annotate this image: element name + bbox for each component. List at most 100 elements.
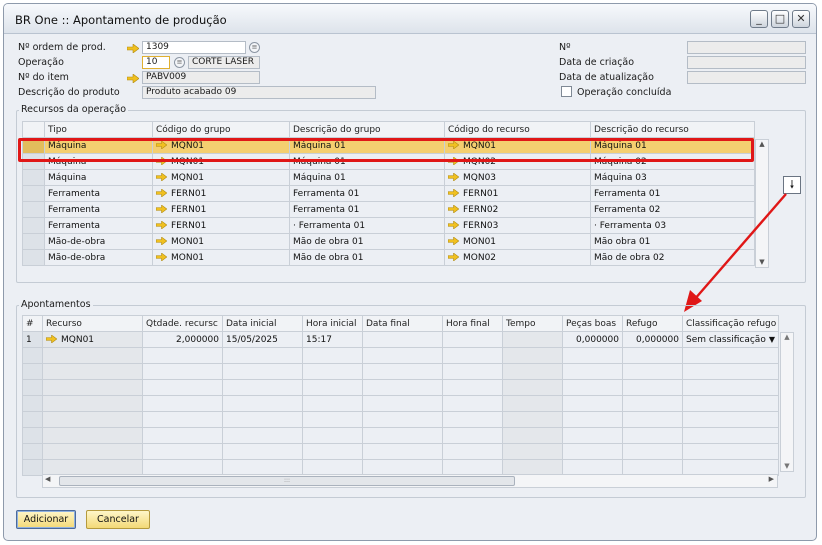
apontamento-cell[interactable]: 15:17: [302, 331, 363, 348]
recursos-row[interactable]: Máquina MQN01 Máquina 01 MQN03 Máquina 03: [22, 169, 755, 186]
apontamento-cell[interactable]: [502, 395, 563, 412]
codigo-recurso-cell[interactable]: MQN03: [444, 169, 591, 186]
apontamento-cell[interactable]: 15/05/2025: [222, 331, 303, 348]
apontamento-cell[interactable]: [442, 379, 503, 396]
apontamento-cell[interactable]: [362, 395, 443, 412]
apontamento-cell[interactable]: MQN01: [42, 331, 143, 348]
row-header[interactable]: [22, 185, 45, 202]
apontamento-row[interactable]: 1 MQN01 2,000000 15/05/2025 15:17 0,000000 0,0…: [22, 331, 779, 348]
column-header[interactable]: Refugo: [622, 315, 683, 332]
link-arrow-icon[interactable]: [448, 172, 459, 181]
apontamento-cell[interactable]: [42, 363, 143, 380]
apontamento-cell[interactable]: [502, 427, 563, 444]
apontamento-cell[interactable]: [562, 443, 623, 460]
link-arrow-icon[interactable]: [156, 236, 167, 245]
descricao-grupo-cell[interactable]: Mão de obra 01: [289, 233, 445, 250]
row-header[interactable]: [22, 169, 45, 186]
apontamento-cell[interactable]: 2,000000: [142, 331, 223, 348]
apontamento-cell[interactable]: [302, 443, 363, 460]
row-header[interactable]: [22, 201, 45, 218]
apontamento-cell[interactable]: [362, 363, 443, 380]
apontamento-cell[interactable]: [442, 347, 503, 364]
codigo-recurso-cell[interactable]: FERN02: [444, 201, 591, 218]
apontamentos-vscrollbar[interactable]: ▲ ▼: [780, 332, 794, 472]
recursos-row[interactable]: Mão-de-obra MON01 Mão de obra 01 MON02 Mão d…: [22, 249, 755, 266]
scroll-down-icon[interactable]: ▼: [781, 462, 793, 470]
recursos-row[interactable]: Ferramenta FERN01 · Ferramenta 01 FERN03 · F…: [22, 217, 755, 234]
link-arrow-icon[interactable]: [448, 252, 459, 261]
apontamento-cell[interactable]: [442, 443, 503, 460]
apontamento-cell[interactable]: [22, 411, 43, 428]
apontamento-cell[interactable]: [222, 443, 303, 460]
apontamento-cell[interactable]: [222, 347, 303, 364]
descricao-grupo-cell[interactable]: Máquina 01: [289, 169, 445, 186]
apontamento-row[interactable]: [22, 443, 779, 460]
apontamento-cell[interactable]: [682, 443, 779, 460]
codigo-grupo-cell[interactable]: MQN01: [152, 169, 290, 186]
apontamento-cell[interactable]: [302, 411, 363, 428]
apontamento-row[interactable]: [22, 411, 779, 428]
apontamento-row[interactable]: [22, 347, 779, 364]
apontamento-cell[interactable]: [622, 379, 683, 396]
apontamento-row[interactable]: [22, 363, 779, 380]
link-arrow-icon[interactable]: [46, 334, 57, 343]
apontamento-cell[interactable]: [362, 427, 443, 444]
close-icon[interactable]: ✕: [792, 10, 810, 28]
apontamento-cell[interactable]: [142, 363, 223, 380]
link-arrow-icon[interactable]: [448, 236, 459, 245]
apontamento-cell[interactable]: [682, 395, 779, 412]
column-header[interactable]: Tipo: [44, 121, 153, 138]
link-arrow-icon[interactable]: [156, 252, 167, 261]
apontamento-cell[interactable]: [362, 379, 443, 396]
ordem-field[interactable]: 1309: [142, 41, 246, 54]
apontamento-cell[interactable]: [362, 411, 443, 428]
apontamento-cell[interactable]: [362, 443, 443, 460]
apontamento-cell[interactable]: [562, 363, 623, 380]
apontamento-cell[interactable]: [502, 347, 563, 364]
apontamento-cell[interactable]: [22, 427, 43, 444]
codigo-grupo-cell[interactable]: FERN01: [152, 217, 290, 234]
tipo-cell[interactable]: Mão-de-obra: [44, 233, 153, 250]
apontamento-cell[interactable]: [362, 331, 443, 348]
codigo-grupo-cell[interactable]: FERN01: [152, 201, 290, 218]
apontamento-cell[interactable]: [42, 347, 143, 364]
apontamento-cell[interactable]: [42, 395, 143, 412]
apontamento-cell[interactable]: [502, 363, 563, 380]
apontamento-cell[interactable]: [622, 443, 683, 460]
concluida-checkbox[interactable]: [561, 86, 572, 97]
apontamento-cell[interactable]: [502, 443, 563, 460]
tipo-cell[interactable]: Mão-de-obra: [44, 249, 153, 266]
tipo-cell[interactable]: Ferramenta: [44, 185, 153, 202]
column-header[interactable]: Código do grupo: [152, 121, 290, 138]
apontamento-cell[interactable]: [302, 379, 363, 396]
column-header[interactable]: Código do recurso: [444, 121, 591, 138]
apontamento-cell[interactable]: [682, 427, 779, 444]
operacao-field[interactable]: 10: [142, 56, 170, 69]
apontamento-cell[interactable]: [42, 427, 143, 444]
tipo-cell[interactable]: Ferramenta: [44, 217, 153, 234]
apontamento-cell[interactable]: [22, 347, 43, 364]
apontamento-cell[interactable]: [502, 331, 563, 348]
apontamento-cell[interactable]: 0,000000: [622, 331, 683, 348]
apontamento-cell[interactable]: [622, 411, 683, 428]
codigo-recurso-cell[interactable]: MON01: [444, 233, 591, 250]
minimize-icon[interactable]: _: [750, 10, 768, 28]
apontamento-cell[interactable]: [362, 347, 443, 364]
scroll-left-icon[interactable]: ◀: [45, 475, 50, 483]
apontamento-cell[interactable]: [42, 443, 143, 460]
link-arrow-icon[interactable]: [156, 172, 167, 181]
codigo-grupo-cell[interactable]: MON01: [152, 233, 290, 250]
apontamento-cell[interactable]: [622, 347, 683, 364]
apontamento-cell[interactable]: [302, 363, 363, 380]
apontamento-cell[interactable]: [302, 395, 363, 412]
apontamento-cell[interactable]: 1: [22, 331, 43, 348]
apontamento-cell[interactable]: [562, 395, 623, 412]
scroll-up-icon[interactable]: ▲: [781, 333, 793, 341]
apontamento-cell[interactable]: [442, 395, 503, 412]
descricao-grupo-cell[interactable]: Ferramenta 01: [289, 201, 445, 218]
row-header[interactable]: [22, 233, 45, 250]
link-arrow-icon[interactable]: [156, 220, 167, 229]
apontamento-cell[interactable]: [222, 411, 303, 428]
apontamento-cell[interactable]: [682, 347, 779, 364]
apontamento-cell[interactable]: [682, 363, 779, 380]
